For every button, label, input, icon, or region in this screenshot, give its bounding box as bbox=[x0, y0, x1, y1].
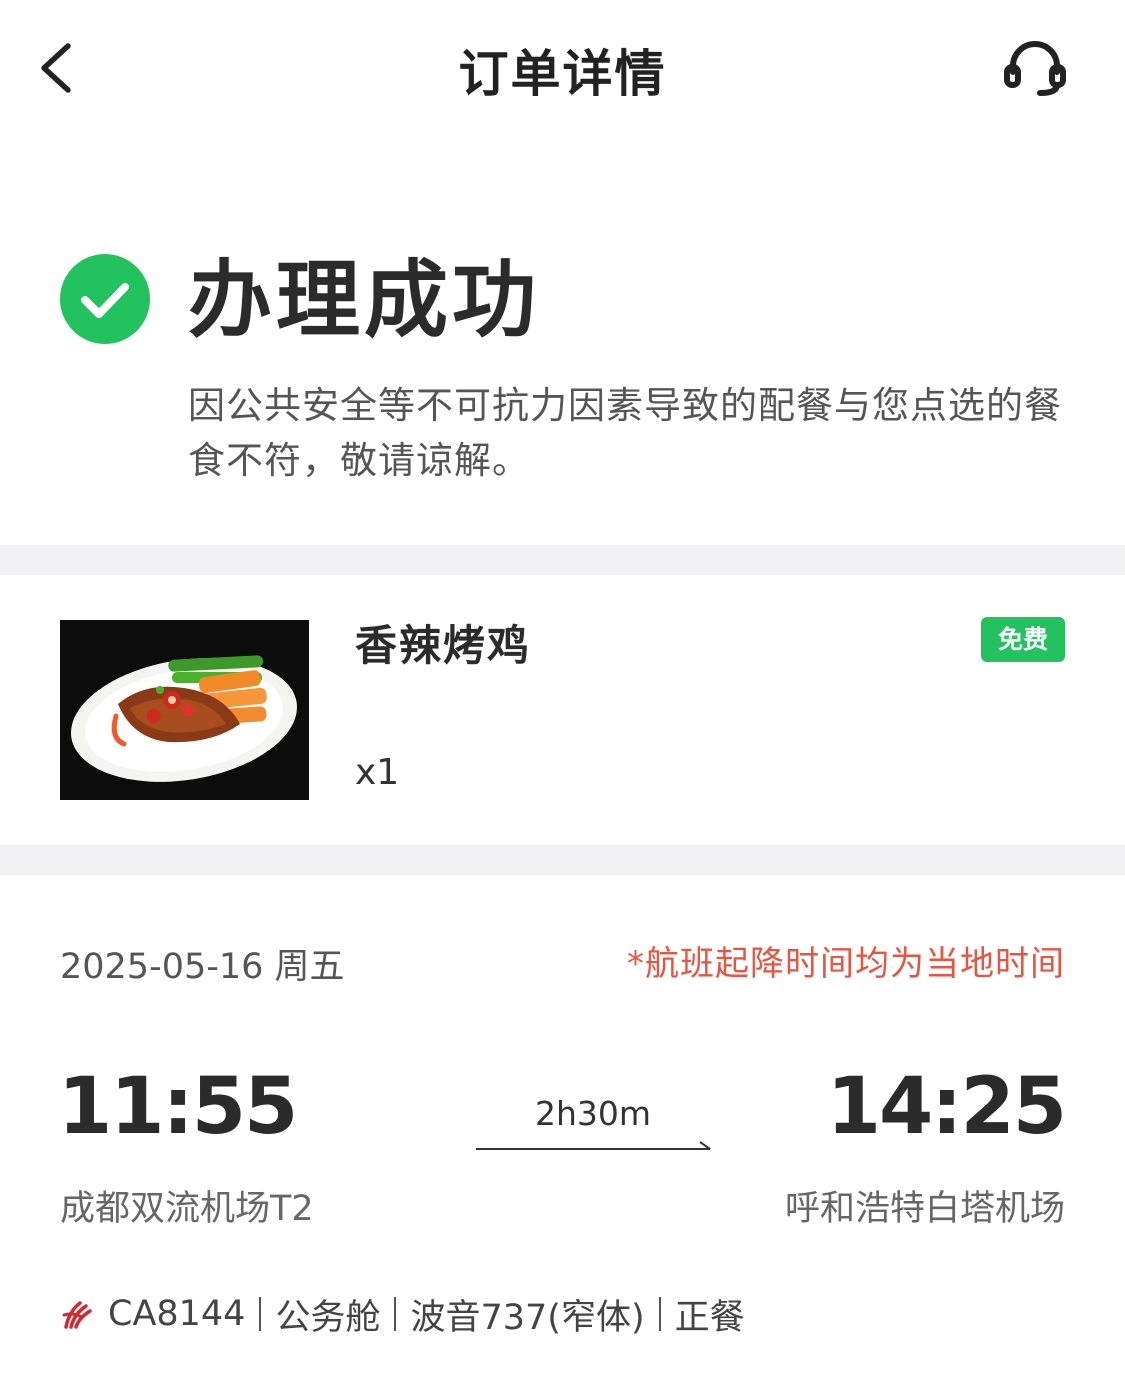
success-check-icon bbox=[60, 254, 150, 344]
free-badge: 免费 bbox=[981, 617, 1065, 662]
local-time-note: *航班起降时间均为当地时间 bbox=[627, 944, 1065, 984]
status-description: 因公共安全等不可抗力因素导致的配餐与您点选的餐食不符，敬请谅解。 bbox=[188, 384, 1062, 482]
flight-number: CA8144 bbox=[108, 1294, 246, 1334]
departure-time: 11:55 bbox=[58, 1062, 298, 1152]
status-title: 办理成功 bbox=[188, 251, 541, 349]
air-china-logo-icon bbox=[62, 1301, 92, 1329]
meal-quantity: x1 bbox=[355, 752, 400, 793]
separator bbox=[394, 1297, 397, 1331]
page-title: 订单详情 bbox=[458, 45, 667, 103]
order-detail-page: 订单详情 办理成功 因公共安全等不可抗力因素导致的配餐与您点选的餐食不符，敬请谅… bbox=[0, 0, 1125, 1391]
section-divider bbox=[0, 545, 1125, 575]
nav-bar: 订单详情 bbox=[0, 0, 1125, 136]
arrival-airport: 呼和浩特白塔机场 bbox=[784, 1189, 1065, 1229]
section-divider bbox=[0, 845, 1125, 875]
customer-service-button[interactable] bbox=[1000, 38, 1070, 100]
meal-photo bbox=[60, 620, 309, 800]
separator bbox=[259, 1297, 262, 1331]
aircraft-type: 波音737(窄体) bbox=[410, 1297, 645, 1338]
arrival-time: 14:25 bbox=[826, 1062, 1067, 1152]
cabin-class: 公务舱 bbox=[275, 1297, 381, 1338]
arrow-right-icon bbox=[476, 1141, 711, 1150]
headset-icon bbox=[1004, 41, 1066, 96]
departure-airport: 成都双流机场T2 bbox=[60, 1189, 314, 1229]
flight-duration: 2h30m bbox=[534, 1094, 652, 1133]
flight-date: 2025-05-16 周五 bbox=[60, 947, 345, 987]
flight-details-line: CA8144 公务舱 波音737(窄体) 正餐 bbox=[60, 1290, 745, 1338]
meal-name: 香辣烤鸡 bbox=[355, 621, 532, 670]
meal-type: 正餐 bbox=[674, 1297, 745, 1338]
separator bbox=[658, 1297, 661, 1331]
